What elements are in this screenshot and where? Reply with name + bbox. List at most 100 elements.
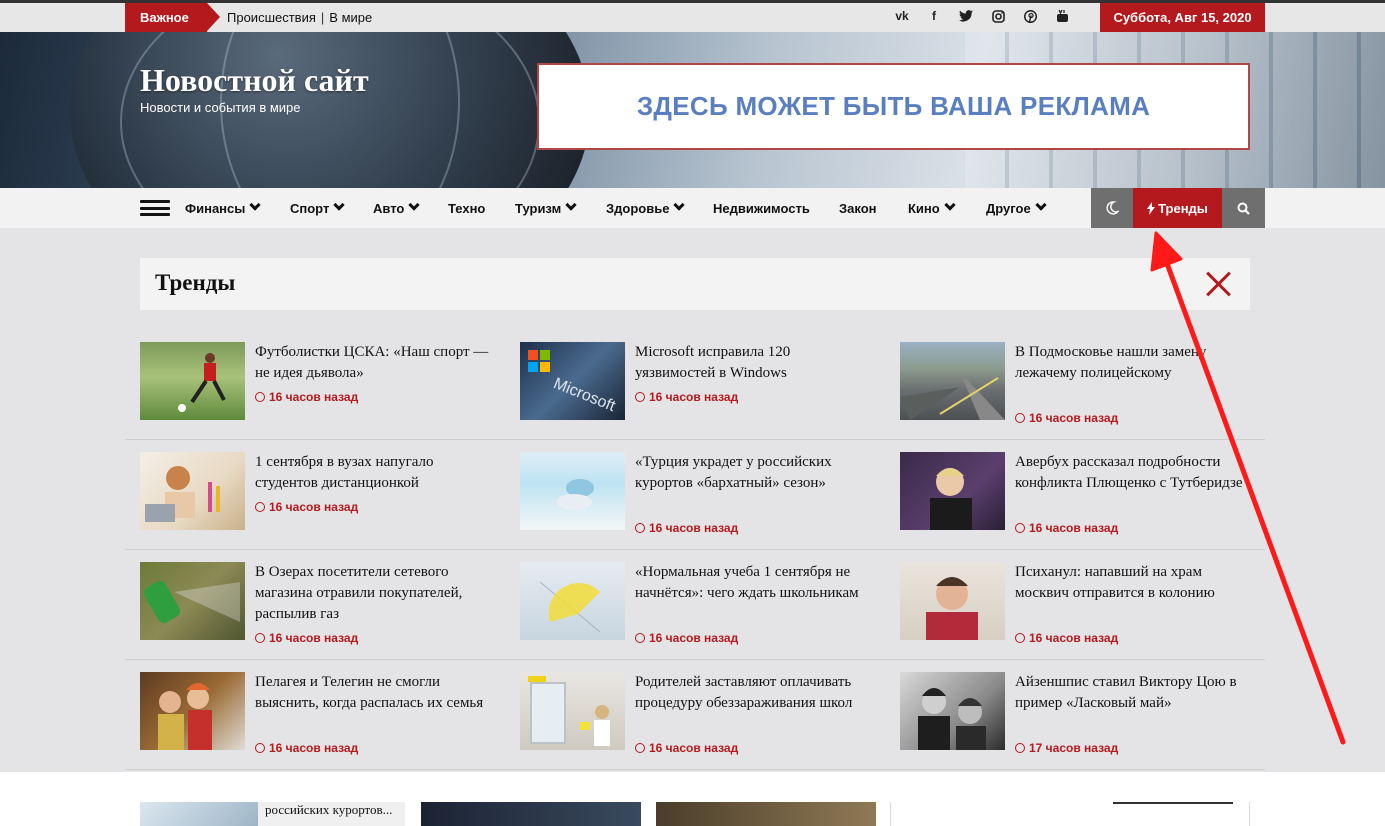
twitter-icon[interactable] (957, 7, 975, 25)
important-badge[interactable]: Важное (125, 3, 220, 32)
svg-text:Microsoft: Microsoft (551, 375, 618, 415)
nav-item-label: Спорт (290, 201, 330, 216)
top-link-world[interactable]: В мире (329, 10, 372, 25)
trend-title[interactable]: 1 сентября в вузах напугало студентов ди… (255, 452, 490, 494)
nav-item-label: Недвижимость (713, 201, 810, 216)
trend-time: 16 часов назад (1015, 631, 1118, 645)
youtube-icon[interactable] (1053, 7, 1071, 25)
social-links: vk f (893, 7, 1071, 25)
site-tagline: Новости и события в мире (140, 100, 301, 115)
trend-title[interactable]: «Нормальная учеба 1 сентября не начнётся… (635, 562, 870, 604)
nav-item-tech[interactable]: Техно (448, 201, 485, 216)
trend-title[interactable]: Пелагея и Телегин не смогли выяснить, ко… (255, 672, 490, 714)
hamburger-menu-icon[interactable] (140, 200, 170, 216)
chevron-down-icon (1035, 199, 1047, 211)
nav-item-finance[interactable]: Финансы (185, 199, 262, 216)
trend-title[interactable]: Microsoft исправила 120 уязвимостей в Wi… (635, 342, 870, 384)
trend-thumbnail[interactable] (140, 562, 245, 640)
nav-item-label: Финансы (185, 201, 246, 216)
trend-time: 16 часов назад (635, 390, 738, 404)
dark-mode-toggle[interactable] (1091, 188, 1133, 228)
trend-thumbnail[interactable] (900, 452, 1005, 530)
nav-item-law[interactable]: Закон (839, 201, 877, 216)
trend-time: 16 часов назад (255, 500, 358, 514)
trend-thumbnail[interactable] (520, 672, 625, 750)
nav-item-label: Другое (986, 201, 1031, 216)
post-thumbnail[interactable] (140, 802, 258, 826)
chevron-down-icon (408, 199, 421, 211)
trend-title[interactable]: Родителей заставляют оплачивать процедур… (635, 672, 870, 714)
post-title-partial[interactable]: российских курортов... (265, 802, 392, 818)
trend-title[interactable]: В Озерах посетители сетевого магазина от… (255, 562, 490, 625)
trends-panel-header: Тренды (140, 258, 1250, 310)
current-date: Суббота, Авг 15, 2020 (1100, 3, 1265, 32)
trend-thumbnail[interactable] (520, 452, 625, 530)
main-nav: Финансы Спорт Авто Техно Туризм Здоровье… (0, 188, 1385, 228)
close-icon[interactable] (1202, 268, 1234, 300)
chevron-down-icon (249, 199, 262, 211)
trends-panel-title: Тренды (155, 270, 236, 295)
nav-item-tourism[interactable]: Туризм (515, 199, 577, 216)
nav-item-realty[interactable]: Недвижимость (713, 201, 810, 216)
nav-item-sport[interactable]: Спорт (290, 199, 345, 216)
trends-row: 1 сентября в вузах напугало студентов ди… (125, 440, 1265, 550)
nav-item-label: Авто (373, 201, 405, 216)
trend-thumbnail[interactable] (520, 562, 625, 640)
trend-thumbnail[interactable] (900, 342, 1005, 420)
trend-thumbnail[interactable] (140, 452, 245, 530)
search-button[interactable] (1222, 188, 1265, 228)
site-title[interactable]: Новостной сайт (140, 62, 369, 99)
trends-button[interactable]: Тренды (1133, 188, 1222, 228)
post-image-partial[interactable] (421, 802, 641, 826)
trend-title[interactable]: В Подмосковье нашли замену лежачему поли… (1015, 342, 1250, 384)
nav-item-label: Здоровье (606, 201, 670, 216)
trend-time: 16 часов назад (635, 521, 738, 535)
trend-time: 16 часов назад (1015, 521, 1118, 535)
nav-item-cinema[interactable]: Кино (908, 199, 956, 216)
trend-time: 16 часов назад (635, 631, 738, 645)
trends-row: Футболистки ЦСКА: «Наш спорт — не идея д… (125, 330, 1265, 440)
trends-row: В Озерах посетители сетевого магазина от… (125, 550, 1265, 660)
nav-item-health[interactable]: Здоровье (606, 199, 686, 216)
facebook-icon[interactable]: f (925, 7, 943, 25)
search-icon (1237, 202, 1250, 215)
nav-item-label: Закон (839, 201, 877, 216)
trend-thumbnail[interactable] (140, 672, 245, 750)
trend-time: 16 часов назад (1015, 411, 1118, 425)
trend-time: 17 часов назад (1015, 741, 1118, 755)
trend-title[interactable]: «Турция украдет у российских курортов «б… (635, 452, 870, 494)
top-link-incidents[interactable]: Происшествия (227, 10, 316, 25)
instagram-icon[interactable] (989, 7, 1007, 25)
pinterest-icon[interactable] (1021, 7, 1039, 25)
ad-banner[interactable]: ЗДЕСЬ МОЖЕТ БЫТЬ ВАША РЕКЛАМА (537, 63, 1250, 150)
nav-item-label: Техно (448, 201, 486, 216)
moon-icon (1106, 201, 1119, 215)
nav-item-other[interactable]: Другое (986, 199, 1047, 216)
chevron-down-icon (673, 199, 686, 211)
trend-time: 16 часов назад (255, 390, 358, 404)
trend-time: 16 часов назад (635, 741, 738, 755)
trend-title[interactable]: Психанул: напавший на храм москвич отпра… (1015, 562, 1250, 604)
chevron-down-icon (565, 199, 577, 211)
trends-grid: Футболистки ЦСКА: «Наш спорт — не идея д… (125, 330, 1265, 770)
post-image-partial[interactable] (656, 802, 876, 826)
trend-title[interactable]: Авербух рассказал подробности конфликта … (1015, 452, 1250, 494)
trend-thumbnail[interactable] (900, 562, 1005, 640)
trend-title[interactable]: Айзеншпис ставил Виктору Цою в пример «Л… (1015, 672, 1250, 714)
trend-thumbnail[interactable] (140, 342, 245, 420)
chevron-down-icon (944, 199, 956, 211)
sidebar-widget-partial (890, 802, 1250, 826)
trends-button-label: Тренды (1158, 200, 1208, 216)
nav-item-label: Кино (908, 201, 940, 216)
trend-thumbnail[interactable] (900, 672, 1005, 750)
vk-icon[interactable]: vk (893, 7, 911, 25)
trend-title[interactable]: Футболистки ЦСКА: «Наш спорт — не идея д… (255, 342, 490, 384)
chevron-down-icon (333, 199, 345, 211)
ad-banner-text: ЗДЕСЬ МОЖЕТ БЫТЬ ВАША РЕКЛАМА (636, 91, 1151, 121)
lightning-icon (1147, 201, 1156, 215)
trend-thumbnail[interactable]: Microsoft (520, 342, 625, 420)
nav-item-auto[interactable]: Авто (373, 199, 421, 216)
post-card-partial[interactable]: российских курортов... (140, 802, 405, 826)
site-header: Новостной сайт Новости и события в мире … (0, 32, 1385, 188)
nav-item-label: Туризм (515, 201, 562, 216)
